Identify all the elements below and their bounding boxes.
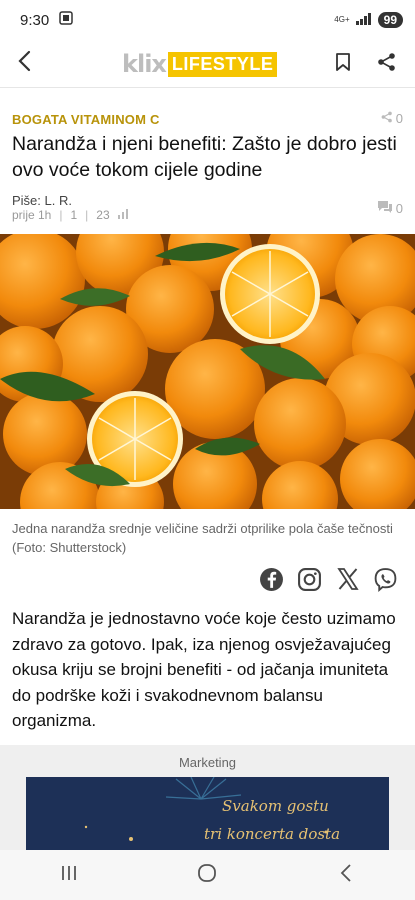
recent-apps-button[interactable] — [39, 855, 99, 895]
bar-chart-icon — [117, 208, 129, 222]
article-meta: prije 1h | 1 | 23 — [12, 208, 129, 222]
viber-icon — [373, 567, 398, 597]
recent-apps-icon — [60, 865, 78, 886]
system-back-button[interactable] — [316, 855, 376, 895]
image-caption: Jedna narandža srednje veličine sadrži o… — [12, 521, 393, 555]
chevron-left-icon — [17, 50, 31, 77]
ad-banner[interactable]: Svakom gostu tri koncerta dosta — [26, 777, 389, 850]
social-share-row — [258, 567, 399, 597]
comment-count: 0 — [395, 201, 403, 216]
logo-section: LIFESTYLE — [167, 51, 278, 77]
app-header: klix LIFESTYLE — [0, 40, 415, 88]
screenshot-icon — [59, 11, 73, 29]
network-label: 4G+ — [334, 15, 350, 24]
ad-text-line-2: tri koncerta dosta — [204, 825, 341, 843]
instagram-icon — [297, 567, 322, 597]
marketing-section: Marketing Svakom gostu tri koncerta dost… — [0, 745, 415, 850]
site-logo[interactable]: klix LIFESTYLE — [122, 50, 278, 78]
meta-divider: | — [59, 208, 63, 222]
x-share-button[interactable] — [334, 568, 361, 595]
logo-klix: klix — [122, 50, 167, 78]
meta-divider: | — [85, 208, 89, 222]
meta-count-2: 23 — [96, 208, 110, 222]
battery-indicator: 99 — [377, 12, 403, 28]
status-bar: 9:30 4G+ 99 — [0, 0, 415, 40]
article-title: Narandža i njeni benefiti: Zašto je dobr… — [12, 133, 397, 181]
system-nav-bar — [0, 850, 415, 900]
share-count[interactable]: 0 — [381, 111, 403, 126]
ad-text-line-1: Svakom gostu — [222, 797, 329, 815]
share-button[interactable] — [365, 42, 409, 86]
share-small-icon — [381, 111, 393, 126]
back-arrow-icon — [340, 863, 352, 887]
share-count-value: 0 — [395, 111, 403, 126]
article-lead: Narandža je jednostavno voće koje često … — [12, 609, 396, 730]
article-author: Piše: L. R. — [12, 193, 72, 208]
home-button[interactable] — [177, 855, 237, 895]
facebook-icon — [259, 567, 284, 597]
time-ago: prije 1h — [12, 208, 52, 222]
signal-icon — [355, 12, 372, 29]
meta-count-1: 1 — [70, 208, 78, 222]
instagram-share-button[interactable] — [296, 567, 323, 597]
bookmark-icon — [335, 52, 351, 77]
facebook-share-button[interactable] — [258, 567, 285, 597]
article-kicker: BOGATA VITAMINOM C — [12, 112, 160, 127]
status-time: 9:30 — [20, 11, 50, 29]
x-icon — [336, 567, 360, 596]
home-icon — [197, 863, 217, 888]
article-image[interactable] — [0, 234, 415, 509]
share-icon — [377, 52, 397, 77]
comment-icon — [377, 200, 393, 217]
viber-share-button[interactable] — [372, 567, 399, 597]
comments-link[interactable]: 0 — [377, 200, 403, 217]
marketing-label: Marketing — [178, 755, 237, 770]
bookmark-button[interactable] — [321, 42, 365, 86]
back-button[interactable] — [2, 42, 46, 86]
